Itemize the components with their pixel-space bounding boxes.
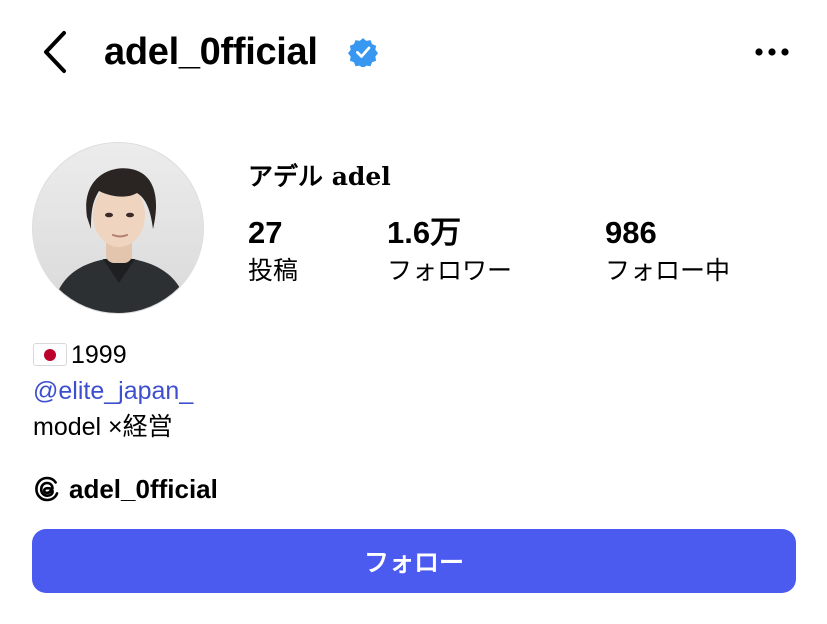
more-horizontal-icon: [755, 48, 789, 56]
more-options-button[interactable]: [746, 30, 798, 74]
profile-username-title: adel_0fficial: [104, 30, 318, 73]
stat-value: 1.6万: [387, 215, 462, 250]
stat-label: フォロー中: [605, 257, 731, 285]
posts-count[interactable]: 27 投稿: [248, 214, 408, 290]
threads-link[interactable]: adel_0fficial: [33, 470, 218, 508]
following-count[interactable]: 986 フォロー中: [605, 214, 765, 290]
bio-mention-link[interactable]: @elite_japan_: [33, 373, 193, 409]
stat-label: 投稿: [248, 257, 299, 285]
stat-value: 986: [605, 215, 657, 250]
avatar[interactable]: [32, 142, 204, 314]
chevron-left-icon: [44, 31, 66, 73]
bio-birthyear: 1999: [71, 341, 127, 369]
stat-value: 27: [248, 215, 283, 250]
bio-description: model ×経営: [33, 413, 173, 441]
stat-label: フォロワー: [387, 257, 513, 285]
display-name: アデル adel: [248, 162, 391, 191]
back-button[interactable]: [30, 22, 80, 82]
followers-count[interactable]: 1.6万 フォロワー: [387, 214, 547, 290]
threads-handle: adel_0fficial: [69, 473, 218, 504]
bio-line-birthyear: 1999: [33, 337, 127, 373]
follow-button[interactable]: フォロー: [32, 529, 796, 593]
japan-flag-icon: [33, 343, 67, 366]
threads-icon: [35, 476, 59, 502]
profile-photo: [33, 143, 203, 313]
verified-badge-icon: [348, 38, 378, 67]
